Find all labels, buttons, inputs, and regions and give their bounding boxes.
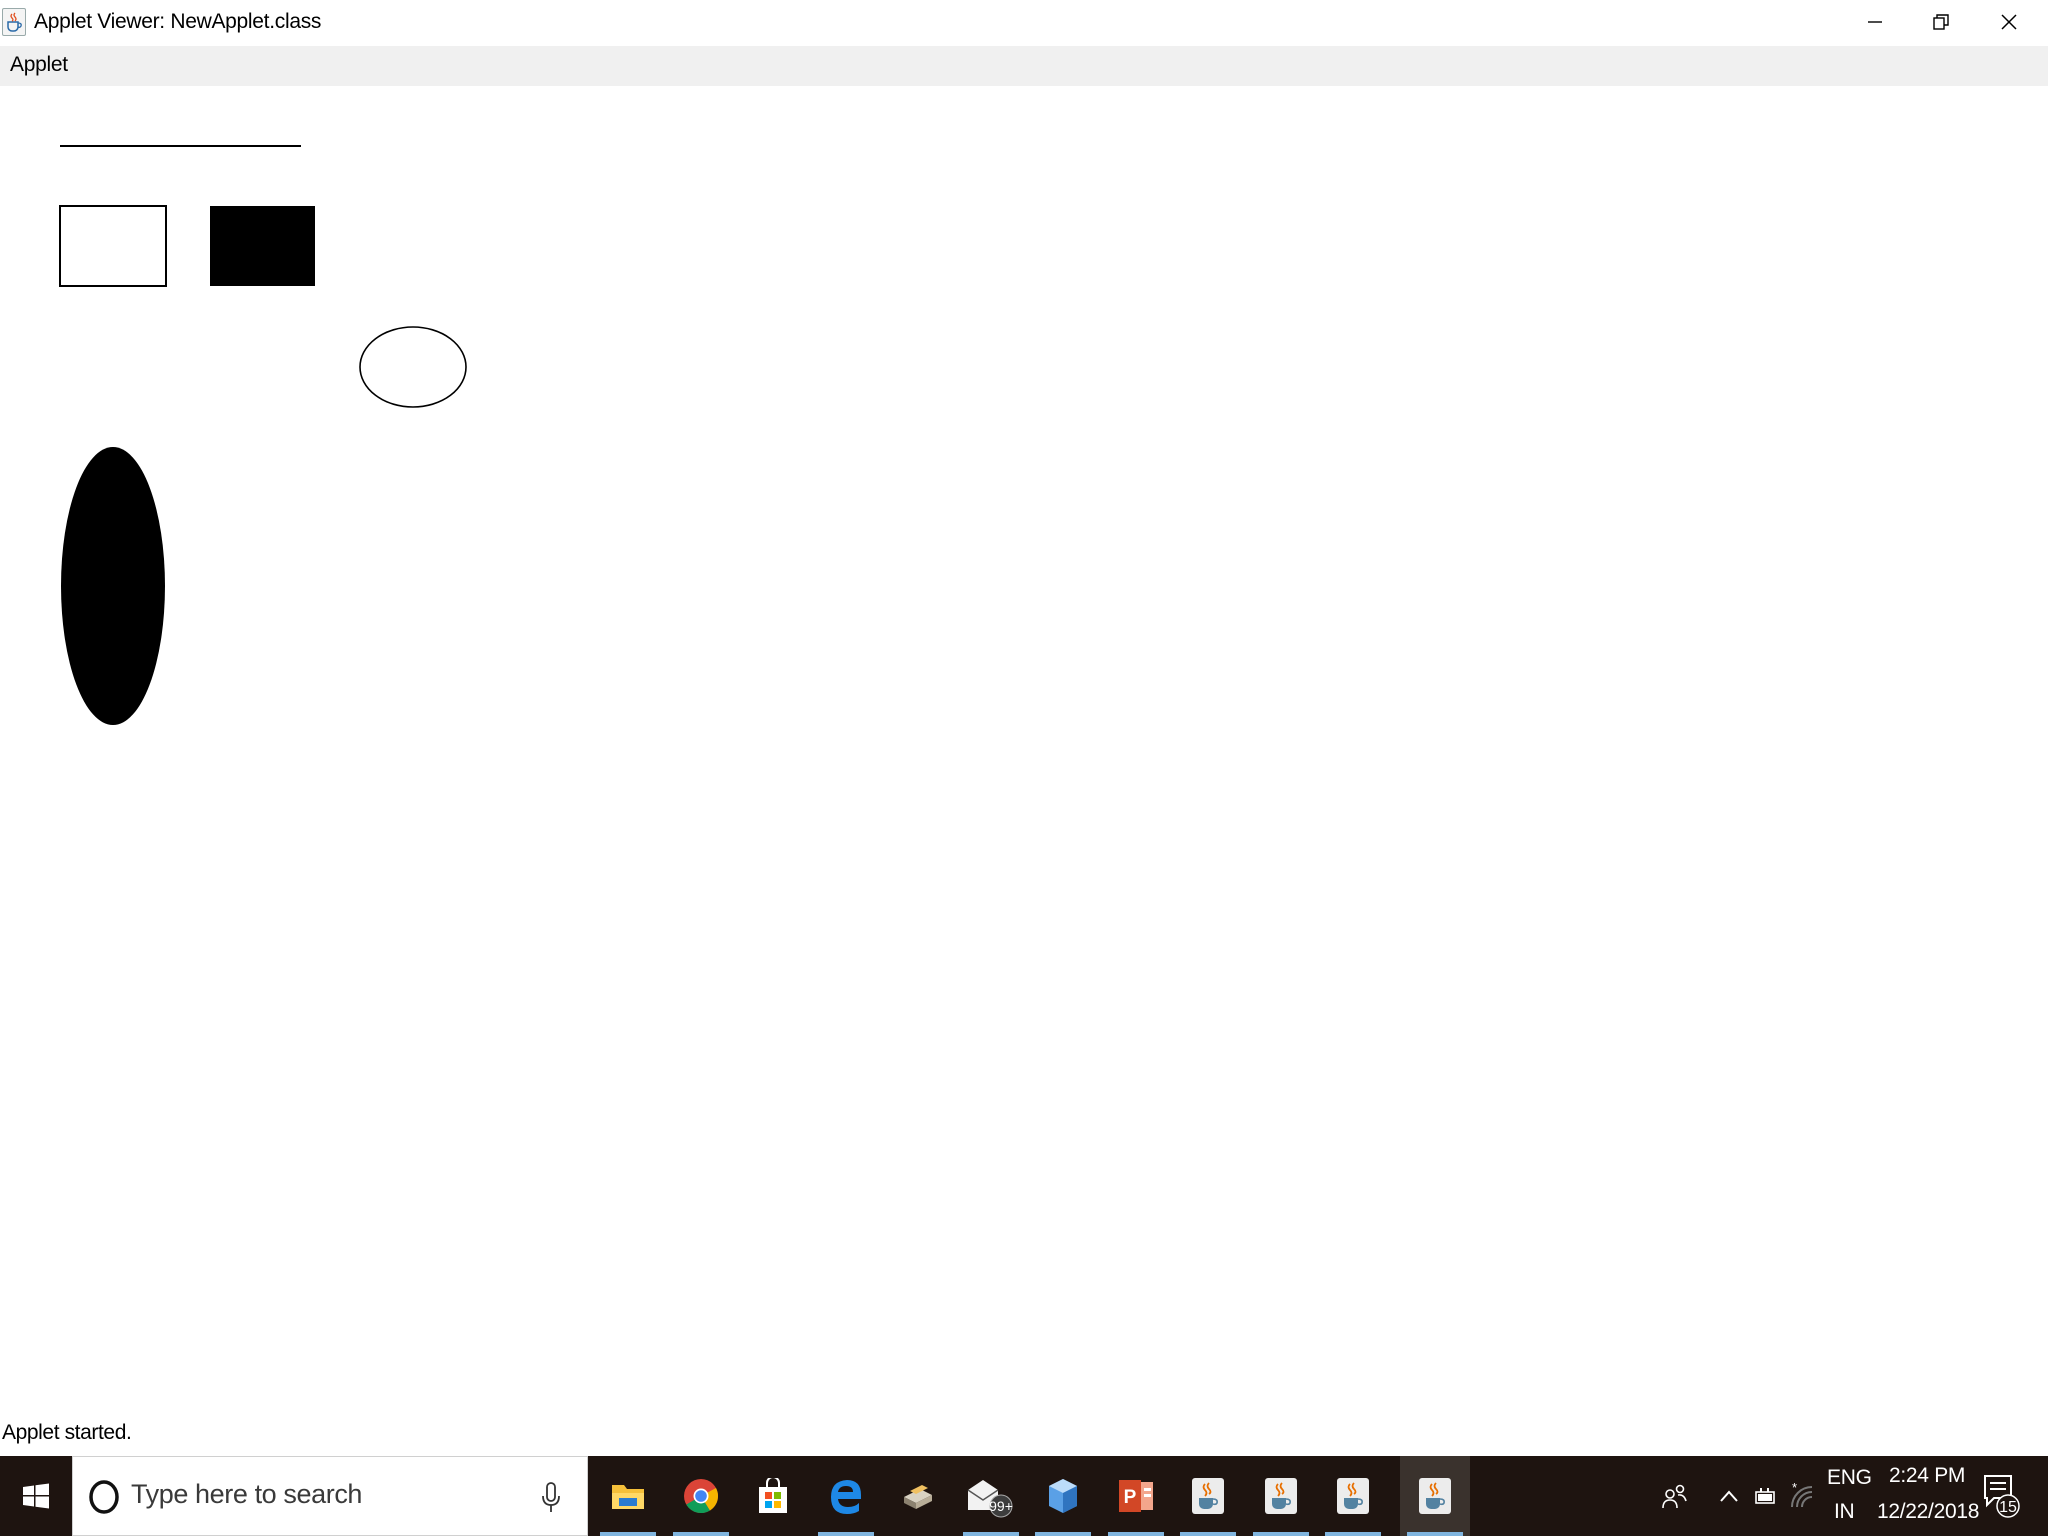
- action-center-icon[interactable]: 15: [1982, 1472, 2022, 1518]
- search-box[interactable]: Type here to search: [72, 1456, 588, 1536]
- java-icon: [1419, 1478, 1451, 1514]
- java-icon: [1265, 1478, 1297, 1514]
- status-text: Applet started.: [2, 1421, 132, 1444]
- java-icon: [1192, 1478, 1224, 1514]
- microphone-icon[interactable]: [541, 1481, 561, 1515]
- windows-logo-icon: [23, 1483, 49, 1509]
- taskbar-app-printer[interactable]: [883, 1456, 953, 1536]
- java-cup-icon[interactable]: [2, 8, 26, 36]
- drawn-rectangle-outline: [59, 205, 167, 287]
- taskbar-app-file-explorer[interactable]: [593, 1456, 663, 1536]
- menu-bar: Applet: [0, 46, 2048, 86]
- show-hidden-icons-button[interactable]: [1712, 1456, 1746, 1536]
- restore-button[interactable]: [1908, 0, 1974, 44]
- clock-time[interactable]: 2:24 PM: [1889, 1464, 1965, 1488]
- cube-icon: [1049, 1479, 1077, 1513]
- minimize-icon: [1868, 21, 1882, 23]
- menu-item-applet[interactable]: Applet: [10, 53, 68, 77]
- taskbar-app-mail[interactable]: 99+: [956, 1456, 1026, 1536]
- close-icon: [2001, 14, 2017, 30]
- search-placeholder: Type here to search: [131, 1479, 363, 1509]
- taskbar-app-java-4-active[interactable]: [1400, 1456, 1470, 1536]
- restore-icon: [1933, 14, 1949, 30]
- taskbar-app-powerpoint[interactable]: P: [1101, 1456, 1171, 1536]
- file-explorer-icon: [612, 1485, 644, 1509]
- powerpoint-icon: P: [1119, 1480, 1153, 1512]
- taskbar-app-cube[interactable]: [1028, 1456, 1098, 1536]
- wifi-icon: *: [1791, 1483, 1813, 1508]
- printer-app-icon: [904, 1485, 932, 1509]
- clock-date[interactable]: 12/22/2018: [1877, 1500, 1979, 1524]
- title-bar: Applet Viewer: NewApplet.class: [0, 0, 2048, 46]
- svg-text:P: P: [1124, 1487, 1137, 1508]
- chevron-up-icon: [1720, 1490, 1738, 1502]
- notification-count: 15: [1999, 1499, 2017, 1516]
- taskbar-app-edge[interactable]: [811, 1456, 881, 1536]
- power-status[interactable]: [1748, 1456, 1782, 1536]
- taskbar-app-java-1[interactable]: [1173, 1456, 1243, 1536]
- drawn-rectangle-filled: [210, 206, 315, 286]
- people-button[interactable]: [1654, 1456, 1694, 1536]
- taskbar-app-store[interactable]: [738, 1456, 808, 1536]
- taskbar-app-chrome[interactable]: [666, 1456, 736, 1536]
- mail-icon: 99+: [967, 1480, 1013, 1518]
- close-button[interactable]: [1976, 0, 2042, 44]
- language-indicator-line2[interactable]: IN: [1834, 1500, 1855, 1524]
- taskbar-app-java-2[interactable]: [1246, 1456, 1316, 1536]
- java-icon: [1337, 1478, 1369, 1514]
- store-icon: [759, 1478, 787, 1513]
- cortana-icon: [89, 1480, 119, 1514]
- window-title: Applet Viewer: NewApplet.class: [34, 10, 322, 33]
- language-indicator-line1[interactable]: ENG: [1827, 1466, 1872, 1490]
- start-button[interactable]: [0, 1456, 72, 1536]
- applet-canvas: [59, 145, 467, 725]
- taskbar-app-java-3[interactable]: [1318, 1456, 1388, 1536]
- chrome-icon: [684, 1479, 719, 1514]
- battery-plug-icon: [1755, 1488, 1775, 1504]
- drawn-oval-outline: [359, 326, 467, 408]
- taskbar: Type here to search 99+ P * ENG IN 2:24 …: [0, 1456, 2048, 1536]
- mail-badge: 99+: [989, 1498, 1013, 1514]
- people-icon: [1662, 1484, 1687, 1509]
- minimize-button[interactable]: [1842, 0, 1908, 44]
- svg-text:*: *: [1792, 1483, 1797, 1495]
- network-status[interactable]: *: [1784, 1456, 1818, 1536]
- edge-icon: [831, 1480, 861, 1514]
- drawn-oval-filled: [61, 447, 165, 725]
